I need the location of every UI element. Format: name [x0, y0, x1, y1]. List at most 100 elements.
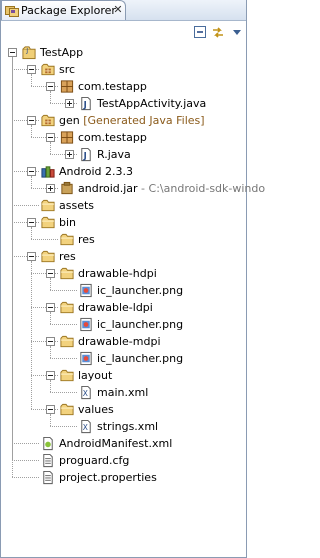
tree-item-decoration: [Generated Java Files]	[79, 114, 205, 127]
tree-item-label: strings.xml	[97, 420, 159, 433]
tree-row[interactable]: proguard.cfg	[1, 452, 246, 469]
tree-row[interactable]: res	[1, 231, 246, 248]
tree-item-label: R.java	[97, 148, 131, 161]
expand-toggle-icon[interactable]	[46, 184, 55, 193]
collapse-toggle-icon[interactable]	[46, 269, 55, 278]
image-file-icon	[80, 351, 92, 366]
jar-icon	[61, 181, 73, 195]
java-file-icon: J	[81, 96, 91, 111]
android-manifest-icon	[43, 436, 53, 451]
tree-item-label: drawable-ldpi	[78, 301, 153, 314]
collapse-toggle-icon[interactable]	[46, 371, 55, 380]
text-file-icon	[43, 453, 53, 468]
tree-row[interactable]: android.jar - C:\android-sdk-windo	[1, 180, 265, 197]
tree-item-label: bin	[59, 216, 77, 229]
library-icon	[41, 166, 55, 178]
package-icon	[60, 131, 74, 144]
xml-file-icon: X	[81, 419, 91, 434]
tree-row[interactable]: drawable-mdpi	[1, 333, 246, 350]
tree-row[interactable]: com.testapp	[1, 78, 246, 95]
tree-item-label: drawable-mdpi	[78, 335, 161, 348]
link-with-editor-icon[interactable]	[210, 24, 226, 40]
view-menu-icon[interactable]	[229, 24, 245, 40]
package-explorer-view: Package Explorer ✕ J TestApp src com.testap…	[0, 0, 265, 558]
collapse-toggle-icon[interactable]	[27, 252, 36, 261]
collapse-toggle-icon[interactable]	[27, 218, 36, 227]
folder-icon	[41, 250, 55, 263]
source-folder-icon	[41, 63, 55, 76]
collapse-toggle-icon[interactable]	[46, 133, 55, 142]
tree-item-label: android.jar - C:\android-sdk-windo	[78, 182, 266, 195]
java-file-icon: J	[81, 147, 91, 162]
tree-item-decoration: - C:\android-sdk-windo	[137, 182, 266, 195]
tree-item-label: com.testapp	[78, 80, 147, 93]
tree-item-label: ic_launcher.png	[97, 318, 184, 331]
tree-row[interactable]: Xmain.xml	[1, 384, 246, 401]
collapse-toggle-icon[interactable]	[46, 303, 55, 312]
svg-text:X: X	[83, 423, 88, 432]
tree-row[interactable]: Android 2.3.3	[1, 163, 246, 180]
folder-icon	[60, 301, 74, 314]
folder-icon	[60, 233, 74, 246]
view-toolbar	[1, 21, 246, 43]
tree-row[interactable]: drawable-ldpi	[1, 299, 246, 316]
tree-item-label: src	[59, 63, 76, 76]
tree-row[interactable]: J R.java	[1, 146, 246, 163]
package-icon	[60, 80, 74, 93]
tree-row[interactable]: src	[1, 61, 246, 78]
tree-item-label: drawable-hdpi	[78, 267, 157, 280]
collapse-toggle-icon[interactable]	[27, 116, 36, 125]
collapse-toggle-icon[interactable]	[8, 48, 17, 57]
svg-text:X: X	[83, 389, 88, 398]
tree-row[interactable]: ic_launcher.png	[1, 316, 246, 333]
tab-package-explorer[interactable]: Package Explorer ✕	[1, 0, 126, 20]
collapse-toggle-icon[interactable]	[27, 65, 36, 74]
tree-item-label: TestAppActivity.java	[97, 97, 207, 110]
image-file-icon	[80, 283, 92, 298]
tree-item-label: TestApp	[40, 46, 84, 59]
tree-row[interactable]: assets	[1, 197, 246, 214]
tree-item-label: Android 2.3.3	[59, 165, 134, 178]
tree-row[interactable]: Xstrings.xml	[1, 418, 246, 435]
expand-toggle-icon[interactable]	[65, 99, 74, 108]
tree-item-label: main.xml	[97, 386, 149, 399]
close-icon[interactable]: ✕	[112, 3, 124, 17]
tree-row[interactable]: J TestAppActivity.java	[1, 95, 246, 112]
tree-row[interactable]: layout	[1, 367, 246, 384]
collapse-toggle-icon[interactable]	[46, 337, 55, 346]
collapse-toggle-icon[interactable]	[27, 167, 36, 176]
tree-item-label: ic_launcher.png	[97, 352, 184, 365]
tree-item-label: layout	[78, 369, 113, 382]
tree-row[interactable]: AndroidManifest.xml	[1, 435, 246, 452]
tree-item-label: values	[78, 403, 114, 416]
collapse-toggle-icon[interactable]	[46, 405, 55, 414]
folder-icon	[60, 369, 74, 382]
tree-row[interactable]: com.testapp	[1, 129, 246, 146]
svg-text:J: J	[83, 99, 87, 109]
tree-row[interactable]: ic_launcher.png	[1, 282, 246, 299]
tree-row[interactable]: gen [Generated Java Files]	[1, 112, 246, 129]
folder-icon	[60, 335, 74, 348]
text-file-icon	[43, 470, 53, 485]
tree-row[interactable]: res	[1, 248, 246, 265]
expand-toggle-icon[interactable]	[65, 150, 74, 159]
tree-row[interactable]: project.properties	[1, 469, 246, 486]
tree-item-label: assets	[59, 199, 95, 212]
tree-item-label: res	[59, 250, 76, 263]
folder-icon	[41, 216, 55, 229]
tree-row[interactable]: drawable-hdpi	[1, 265, 246, 282]
tree-item-label: gen [Generated Java Files]	[59, 114, 205, 127]
collapse-toggle-icon[interactable]	[46, 82, 55, 91]
tree-item-label: com.testapp	[78, 131, 147, 144]
collapse-all-icon[interactable]	[192, 24, 208, 40]
folder-icon	[60, 403, 74, 416]
tree-item-label: res	[78, 233, 95, 246]
svg-text:J: J	[25, 47, 28, 55]
tree-row[interactable]: bin	[1, 214, 246, 231]
tree-row[interactable]: ic_launcher.png	[1, 350, 246, 367]
tree-row[interactable]: J TestApp	[1, 44, 246, 61]
tree-item-label: ic_launcher.png	[97, 284, 184, 297]
tree-row[interactable]: values	[1, 401, 246, 418]
image-file-icon	[80, 317, 92, 332]
tree-item-label: AndroidManifest.xml	[59, 437, 173, 450]
